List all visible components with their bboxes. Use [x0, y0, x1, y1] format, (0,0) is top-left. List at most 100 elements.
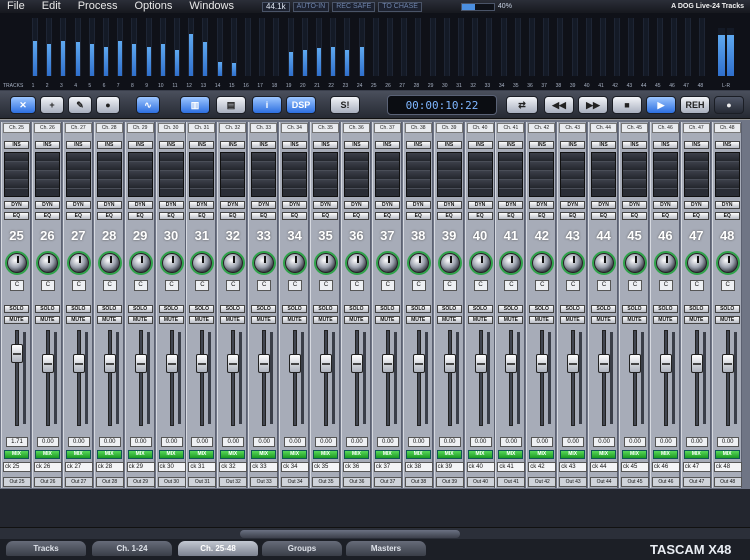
menu-windows[interactable]: Windows [182, 0, 244, 13]
insert-slots[interactable] [158, 152, 184, 197]
fader-handle[interactable] [443, 354, 456, 373]
insert-slots[interactable] [714, 152, 740, 197]
channel-label[interactable]: Ch. 35 [312, 123, 339, 133]
pan-value[interactable]: C [133, 280, 148, 291]
pan-value[interactable]: C [226, 280, 241, 291]
output-assign[interactable]: Out 33 [250, 477, 279, 487]
mix-button[interactable]: MIX [436, 450, 462, 459]
chase-indicator[interactable]: TO CHASE [378, 1, 422, 12]
insert-slots[interactable] [4, 152, 29, 197]
fader-value[interactable]: 0.00 [253, 437, 276, 447]
track-name-field[interactable]: ck 31 [188, 462, 217, 472]
pan-knob[interactable] [346, 253, 367, 273]
dynamics-button[interactable]: DYN [714, 201, 740, 209]
track-name-field[interactable]: ck 33 [250, 462, 279, 472]
solo-button[interactable]: SOLO [529, 305, 555, 313]
pan-knob[interactable] [377, 253, 398, 273]
mix-button[interactable]: MIX [529, 450, 555, 459]
solo-button[interactable]: SOLO [591, 305, 617, 313]
mix-button[interactable]: MIX [220, 450, 246, 459]
dynamics-button[interactable]: DYN [622, 201, 647, 209]
dynamics-button[interactable]: DYN [652, 201, 678, 209]
channel-label[interactable]: Ch. 47 [682, 123, 710, 133]
dynamics-button[interactable]: DYN [4, 201, 29, 209]
mix-button[interactable]: MIX [405, 450, 431, 459]
dynamics-button[interactable]: DYN [127, 201, 153, 209]
mute-button[interactable]: MUTE [282, 316, 308, 324]
eq-button[interactable]: EQ [652, 212, 678, 220]
insert-button[interactable]: INS [313, 141, 338, 149]
fader-value[interactable]: 0.00 [129, 437, 152, 447]
solo-button[interactable]: SOLO [34, 305, 60, 313]
fader-value[interactable]: 0.00 [98, 437, 121, 447]
pan-value[interactable]: C [380, 280, 395, 291]
mute-button[interactable]: MUTE [652, 316, 678, 324]
eq-button[interactable]: EQ [683, 212, 709, 220]
dynamics-button[interactable]: DYN [96, 201, 122, 209]
insert-button[interactable]: INS [127, 141, 153, 149]
pan-value[interactable]: C [535, 280, 550, 291]
fader-track[interactable] [633, 330, 637, 426]
fader-value[interactable]: 0.00 [593, 437, 616, 447]
insert-button[interactable]: INS [436, 141, 462, 149]
pan-value[interactable]: C [257, 280, 272, 291]
insert-slots[interactable] [96, 152, 122, 197]
insert-button[interactable]: INS [374, 141, 400, 149]
fader-track[interactable] [385, 330, 390, 426]
output-assign[interactable]: Out 45 [621, 477, 649, 487]
channel-label[interactable]: Ch. 36 [342, 123, 370, 133]
solo-button[interactable]: SOLO [560, 305, 586, 313]
fader-track[interactable] [478, 330, 483, 426]
dynamics-button[interactable]: DYN [313, 201, 338, 209]
insert-slots[interactable] [498, 152, 524, 197]
mute-button[interactable]: MUTE [158, 316, 184, 324]
mute-button[interactable]: MUTE [34, 316, 60, 324]
fader-handle[interactable] [227, 354, 240, 373]
solo-button[interactable]: SOLO [714, 305, 740, 313]
mix-button[interactable]: MIX [560, 450, 586, 459]
dynamics-button[interactable]: DYN [436, 201, 462, 209]
insert-button[interactable]: INS [343, 141, 369, 149]
mix-button[interactable]: MIX [65, 450, 91, 459]
eq-button[interactable]: EQ [560, 212, 586, 220]
pan-knob[interactable] [439, 253, 460, 273]
output-assign[interactable]: Out 30 [157, 477, 186, 487]
output-assign[interactable]: Out 35 [312, 477, 340, 487]
track-name-field[interactable]: ck 43 [559, 462, 588, 472]
solo-button[interactable]: SOLO [652, 305, 678, 313]
loop-button[interactable]: ⇄ [506, 96, 538, 114]
mix-button[interactable]: MIX [313, 450, 338, 459]
stop-button[interactable]: ■ [612, 96, 642, 114]
track-name-field[interactable]: ck 25 [3, 462, 31, 472]
insert-button[interactable]: INS [652, 141, 678, 149]
mix-button[interactable]: MIX [714, 450, 740, 459]
dynamics-button[interactable]: DYN [189, 201, 215, 209]
fader-handle[interactable] [598, 354, 611, 373]
mix-button[interactable]: MIX [374, 450, 400, 459]
eq-button[interactable]: EQ [313, 212, 338, 220]
channel-label[interactable]: Ch. 39 [435, 123, 463, 133]
mixer-view-button[interactable]: ▥ [180, 96, 210, 114]
info-button[interactable]: i [252, 96, 282, 114]
fader-value[interactable]: 0.00 [624, 437, 646, 447]
fader-value[interactable]: 0.00 [67, 437, 90, 447]
channel-label[interactable]: Ch. 32 [219, 123, 247, 133]
pan-value[interactable]: C [288, 280, 303, 291]
pan-value[interactable]: C [10, 280, 24, 291]
fader-handle[interactable] [72, 354, 85, 373]
add-tool-button[interactable]: + [40, 96, 64, 114]
solo-button[interactable]: SOLO [158, 305, 184, 313]
mute-button[interactable]: MUTE [405, 316, 431, 324]
output-assign[interactable]: Out 26 [33, 477, 62, 487]
fader-value[interactable]: 0.00 [469, 437, 492, 447]
track-name-field[interactable]: ck 48 [713, 462, 742, 472]
insert-button[interactable]: INS [405, 141, 431, 149]
pan-knob[interactable] [7, 253, 27, 273]
track-name-field[interactable]: ck 45 [621, 462, 649, 472]
eq-button[interactable]: EQ [96, 212, 122, 220]
eq-button[interactable]: EQ [158, 212, 184, 220]
fader-track[interactable] [694, 330, 699, 426]
fader-track[interactable] [725, 330, 730, 426]
mute-button[interactable]: MUTE [467, 316, 493, 324]
s-button[interactable]: S! [330, 96, 360, 114]
